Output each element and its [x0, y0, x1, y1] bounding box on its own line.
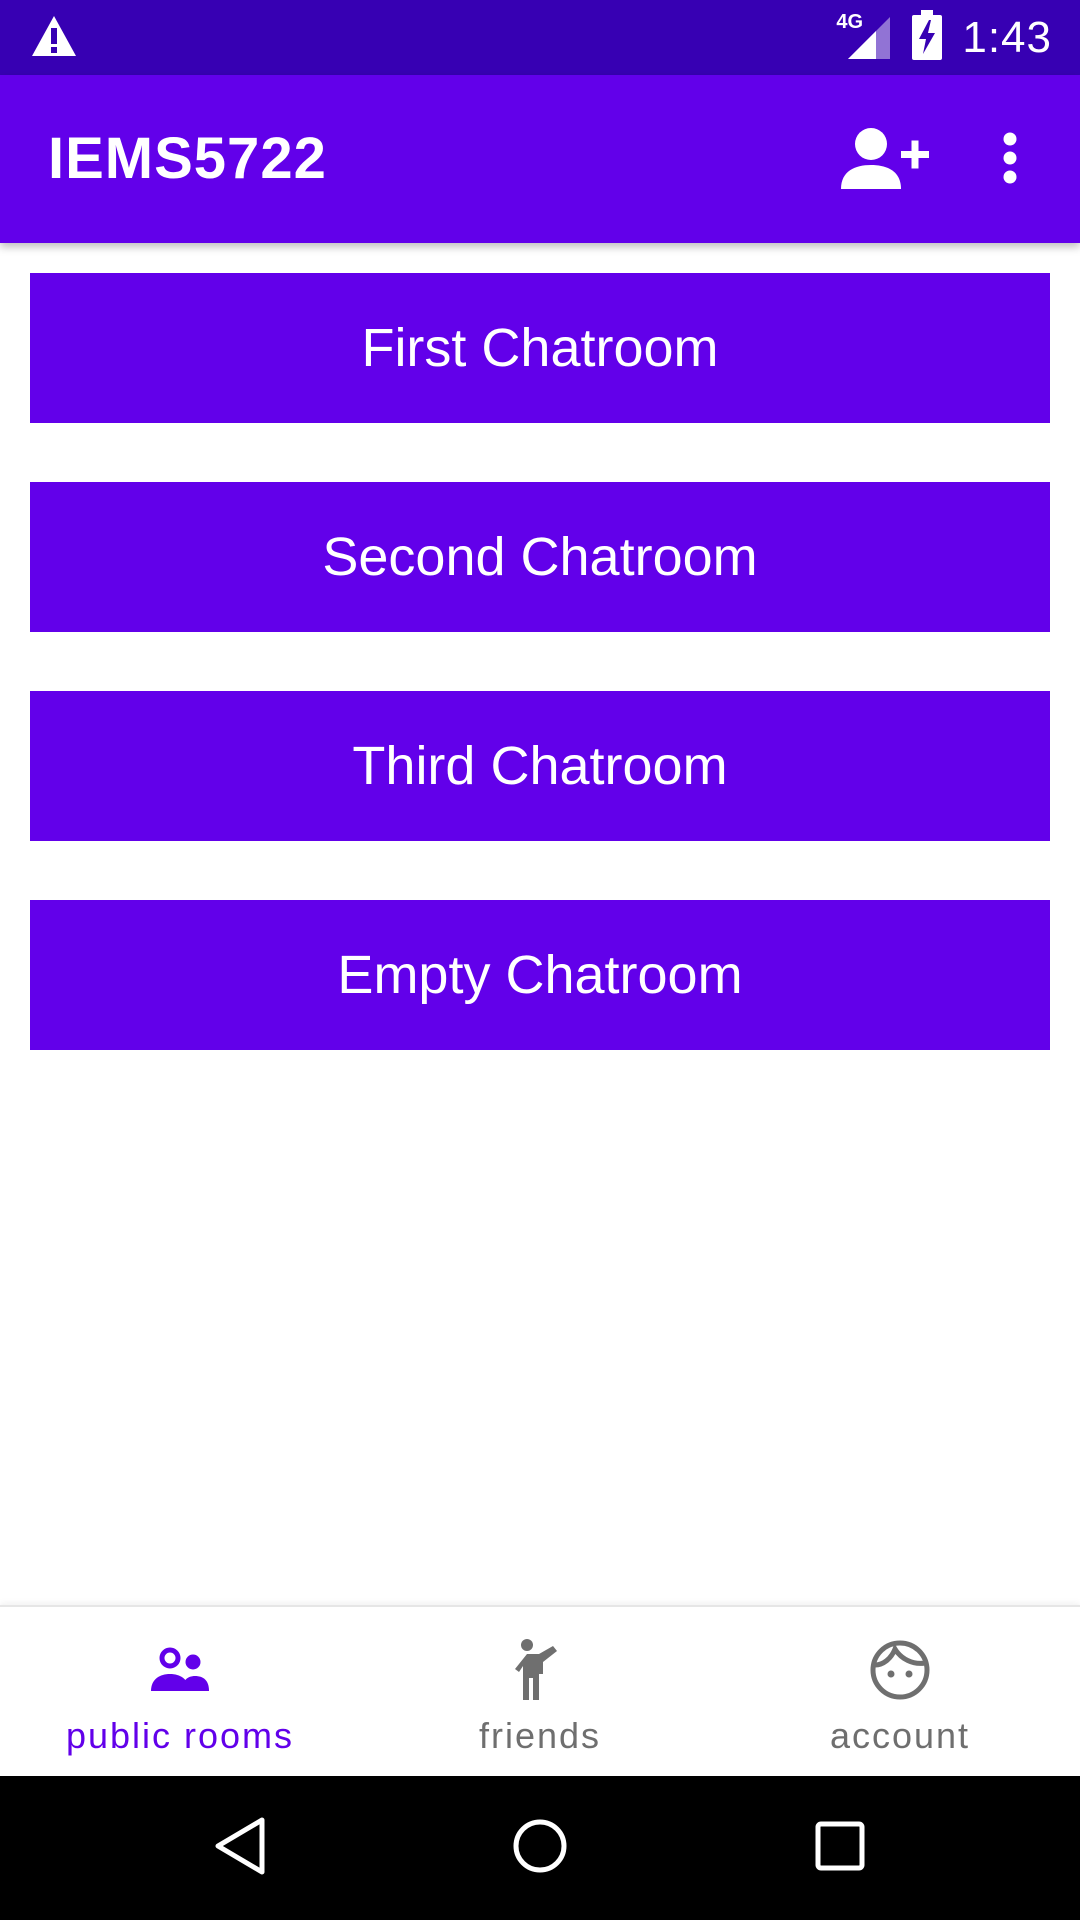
chatroom-button-empty[interactable]: Empty Chatroom — [30, 900, 1050, 1050]
group-icon — [145, 1635, 215, 1705]
app-title: IEMS5722 — [48, 126, 327, 191]
add-friend-button[interactable] — [835, 120, 935, 200]
more-vert-icon — [1000, 132, 1020, 189]
back-button[interactable] — [200, 1808, 280, 1888]
system-navigation-bar — [0, 1776, 1080, 1920]
battery-charging-icon — [912, 10, 943, 65]
overflow-menu-button[interactable] — [975, 115, 1045, 205]
chatroom-button-first[interactable]: First Chatroom — [30, 273, 1050, 423]
chatroom-button-third[interactable]: Third Chatroom — [30, 691, 1050, 841]
recents-icon — [814, 1820, 866, 1877]
warning-icon — [30, 14, 78, 63]
nav-item-account[interactable]: account — [720, 1607, 1080, 1778]
recents-button[interactable] — [800, 1808, 880, 1888]
nav-label-account: account — [829, 1715, 971, 1756]
face-icon — [865, 1635, 935, 1705]
nav-item-friends[interactable]: friends — [360, 1607, 720, 1778]
back-icon — [212, 1816, 268, 1881]
nav-item-public-rooms[interactable]: public rooms — [0, 1607, 360, 1778]
add-person-icon — [839, 127, 931, 194]
bottom-navigation: public rooms friends account — [0, 1605, 1080, 1776]
nav-label-friends: friends — [478, 1715, 602, 1756]
chatroom-list: First Chatroom Second Chatroom Third Cha… — [0, 243, 1080, 1605]
chatroom-button-second[interactable]: Second Chatroom — [30, 482, 1050, 632]
home-icon — [512, 1818, 568, 1879]
status-time: 1:43 — [962, 12, 1052, 62]
status-bar: 4G 1:43 — [0, 0, 1080, 75]
signal-icon: 4G — [836, 10, 892, 63]
network-type-label: 4G — [836, 10, 864, 33]
nav-label-public-rooms: public rooms — [65, 1715, 295, 1756]
home-button[interactable] — [500, 1808, 580, 1888]
app-bar: IEMS5722 — [0, 75, 1080, 243]
person-waving-icon — [505, 1635, 575, 1705]
